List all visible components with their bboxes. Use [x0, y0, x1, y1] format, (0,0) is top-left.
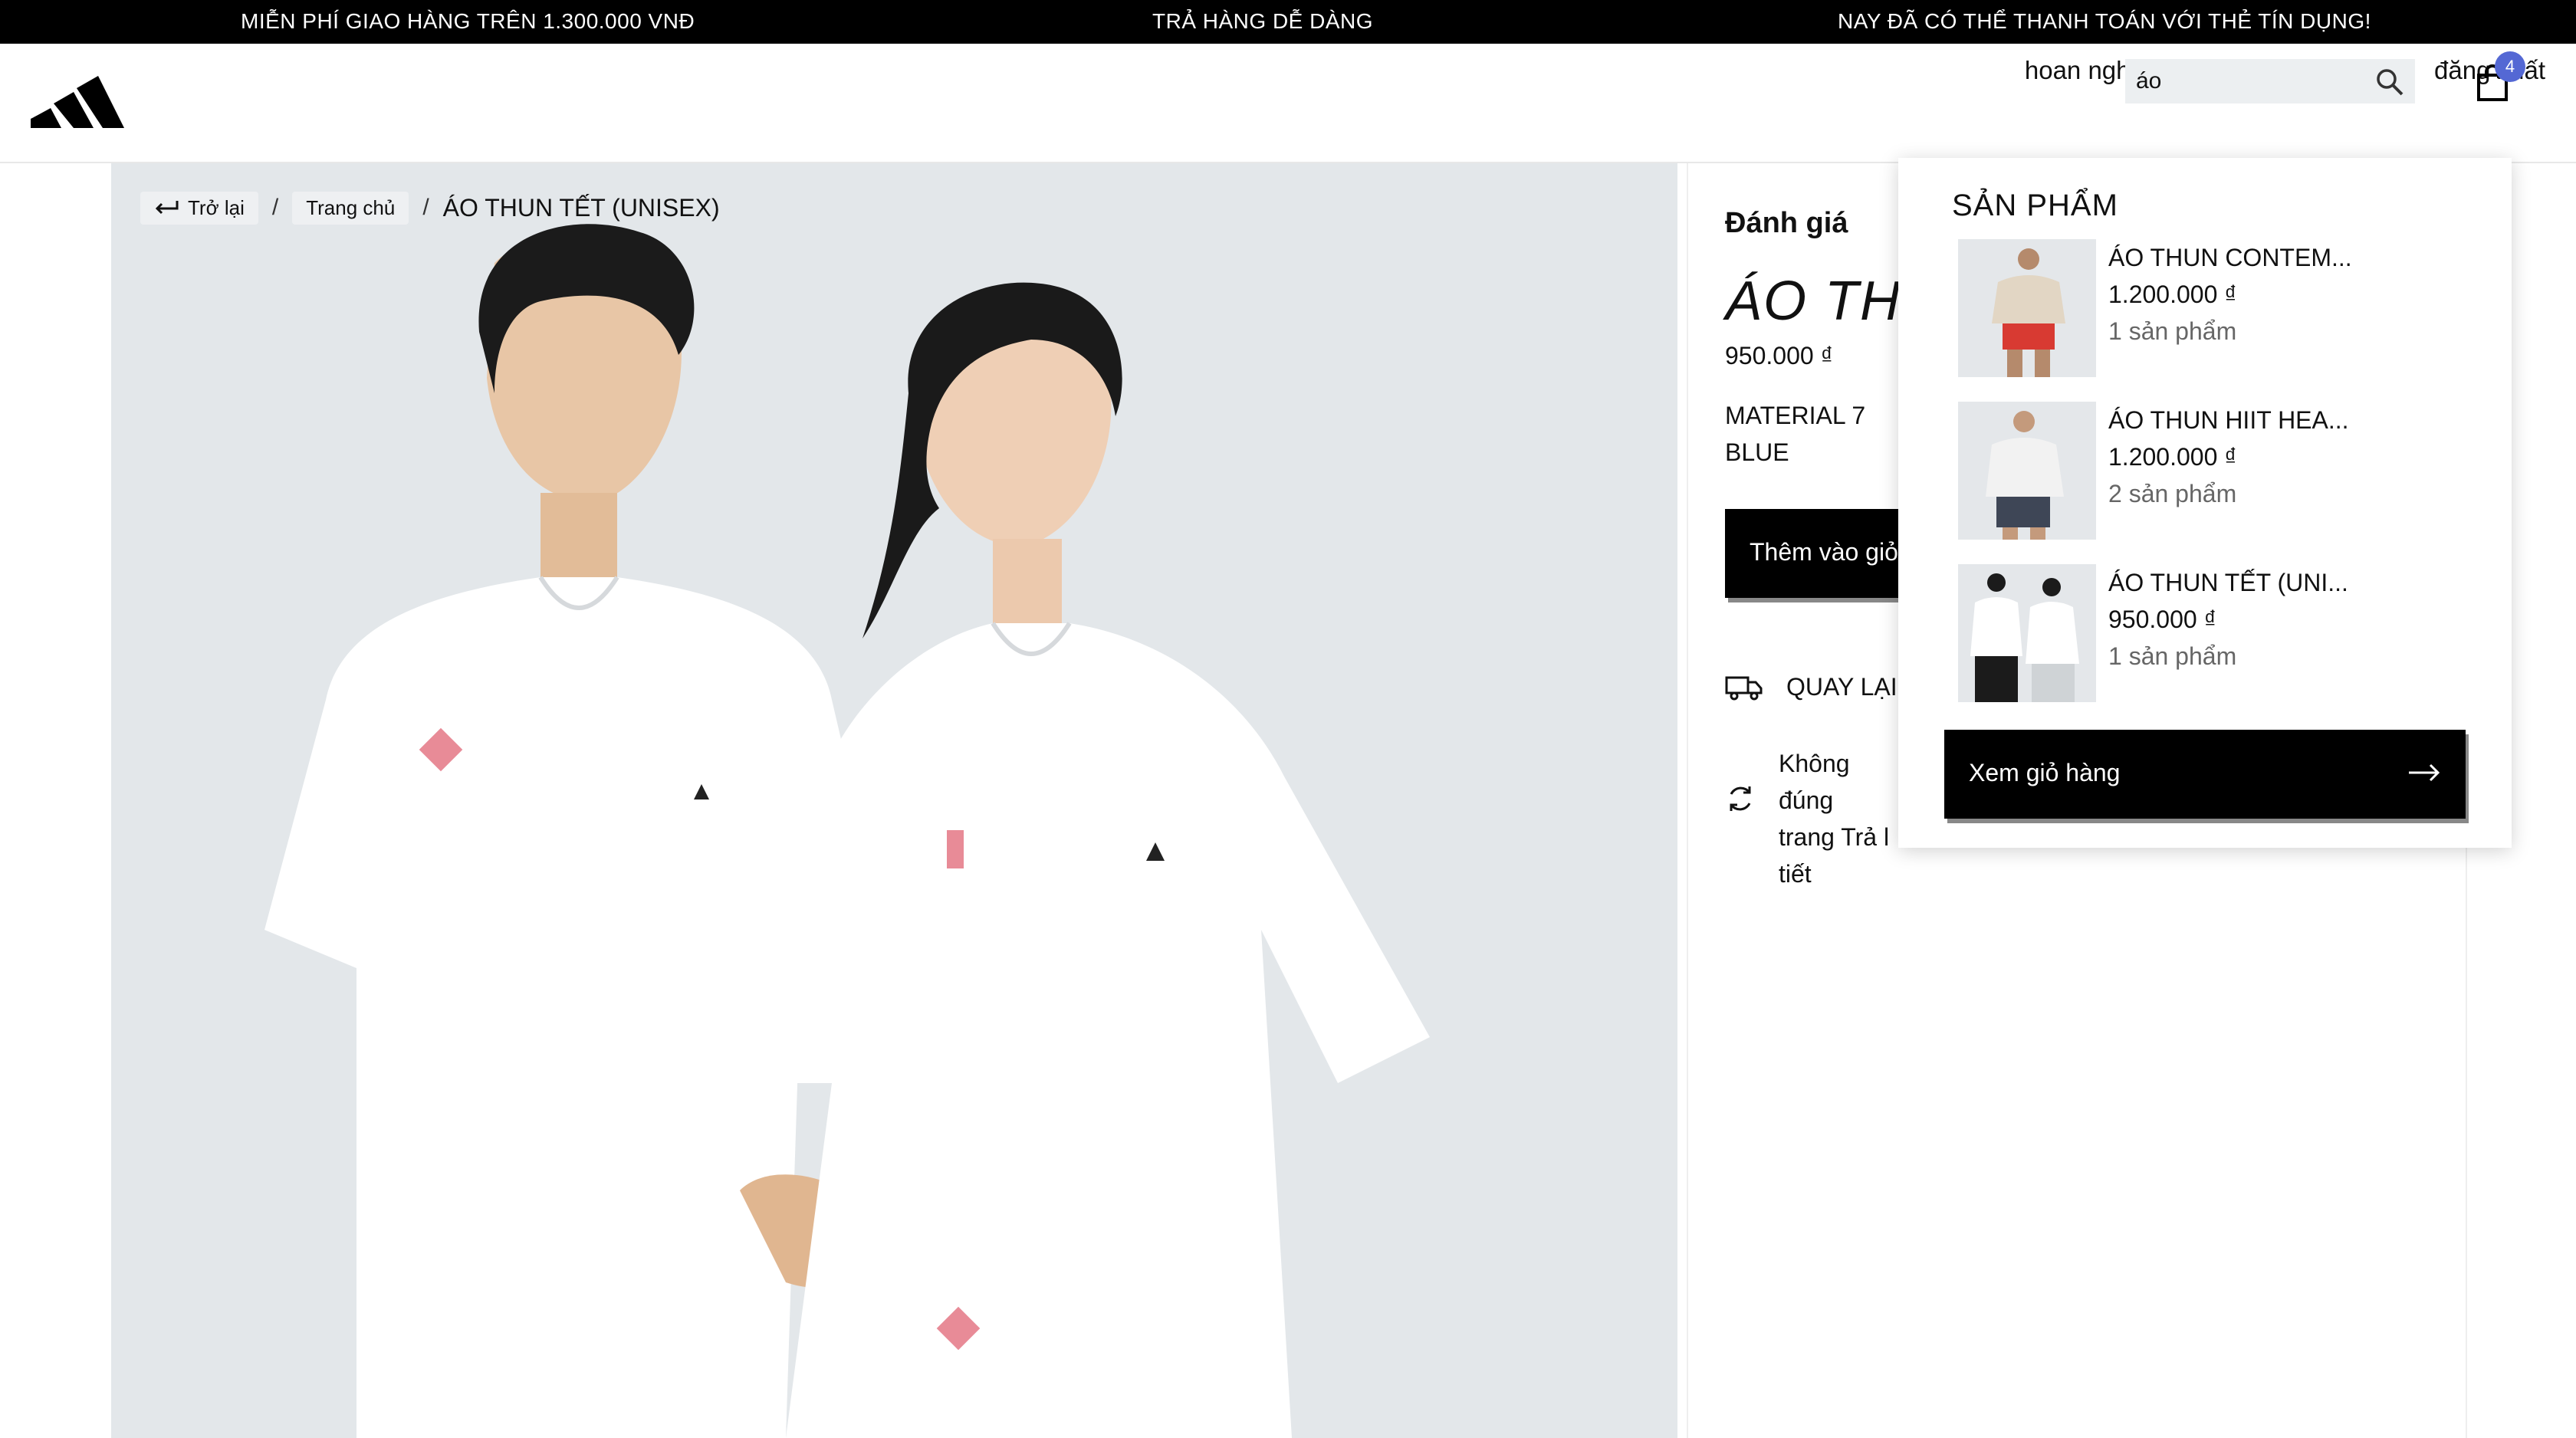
- product-thumbnail: [1958, 402, 2096, 540]
- promo-easy-returns: TRẢ HÀNG DỄ DÀNG: [1152, 9, 1374, 33]
- truck-icon: [1725, 676, 1763, 700]
- search-result-item[interactable]: ÁO THUN HIIT HEA... 1.200.000 ₫ 2 sản ph…: [1958, 402, 2464, 540]
- back-link[interactable]: Trở lại: [140, 191, 258, 225]
- product-photo-illustration: [111, 163, 1677, 1438]
- return-label: QUAY LẠI: [1786, 673, 1898, 701]
- product-thumbnail: [1958, 239, 2096, 377]
- promo-credit-card: NAY ĐÃ CÓ THỂ THANH TOÁN VỚI THẺ TÍN DỤN…: [1838, 9, 2371, 33]
- breadcrumb-separator: /: [271, 195, 279, 220]
- arrow-right-icon: [2409, 763, 2440, 782]
- search-result-item[interactable]: ÁO THUN TẾT (UNI... 950.000 ₫ 1 sản phẩm: [1958, 564, 2464, 702]
- return-policy: Không đúng trang Trả l tiết: [1725, 745, 1894, 892]
- refresh-icon: [1730, 786, 1751, 811]
- rating-label[interactable]: Đánh giá: [1725, 207, 1848, 240]
- breadcrumb: Trở lại / Trang chủ / ÁO THUN TẾT (UNISE…: [140, 190, 720, 225]
- result-quantity: 1 sản phẩm: [2108, 317, 2237, 345]
- result-price: 1.200.000 ₫: [2108, 443, 2237, 471]
- breadcrumb-current: ÁO THUN TẾT (UNISEX): [442, 193, 720, 222]
- search-results-dropdown: SẢN PHẨM ÁO THUN CONTEM... 1.200.000 ₫ 1…: [1898, 158, 2512, 848]
- search-result-item[interactable]: ÁO THUN CONTEM... 1.200.000 ₫ 1 sản phẩm: [1958, 239, 2464, 377]
- view-cart-label: Xem giỏ hàng: [1969, 759, 2121, 786]
- result-name: ÁO THUN CONTEM...: [2108, 244, 2352, 271]
- result-name: ÁO THUN HIIT HEA...: [2108, 406, 2349, 434]
- add-to-cart-button[interactable]: Thêm vào giỏ: [1725, 509, 1909, 598]
- back-arrow-icon: [155, 201, 179, 215]
- promo-free-shipping: MIỄN PHÍ GIAO HÀNG TRÊN 1.300.000 VNĐ: [241, 9, 695, 33]
- breadcrumb-home[interactable]: Trang chủ: [292, 191, 409, 225]
- return-policy-text: Không đúng trang Trả l tiết: [1779, 750, 1890, 888]
- result-price: 950.000 ₫: [2108, 606, 2216, 633]
- product-image: [111, 163, 1677, 1438]
- search-input[interactable]: [2125, 59, 2363, 103]
- result-price: 1.200.000 ₫: [2108, 281, 2237, 308]
- view-cart-button[interactable]: Xem giỏ hàng: [1944, 730, 2466, 819]
- promo-bar: MIỄN PHÍ GIAO HÀNG TRÊN 1.300.000 VNĐ TR…: [0, 0, 2576, 44]
- product-material: MATERIAL 7: [1725, 402, 1866, 429]
- product-color: BLUE: [1725, 438, 1789, 466]
- result-name: ÁO THUN TẾT (UNI...: [2108, 569, 2348, 596]
- product-thumbnail: [1958, 564, 2096, 702]
- product-price: 950.000 ₫: [1725, 342, 1833, 369]
- return-row[interactable]: QUAY LẠI: [1725, 673, 1898, 701]
- result-quantity: 1 sản phẩm: [2108, 642, 2237, 670]
- back-label: Trở lại: [188, 195, 245, 219]
- search-icon[interactable]: [2375, 67, 2404, 97]
- cart-count-badge: 4: [2495, 51, 2525, 82]
- result-quantity: 2 sản phẩm: [2108, 480, 2237, 507]
- adidas-logo[interactable]: [31, 67, 124, 128]
- breadcrumb-separator: /: [422, 195, 429, 220]
- search-box: [2125, 59, 2415, 103]
- dropdown-title: SẢN PHẨM: [1952, 189, 2118, 222]
